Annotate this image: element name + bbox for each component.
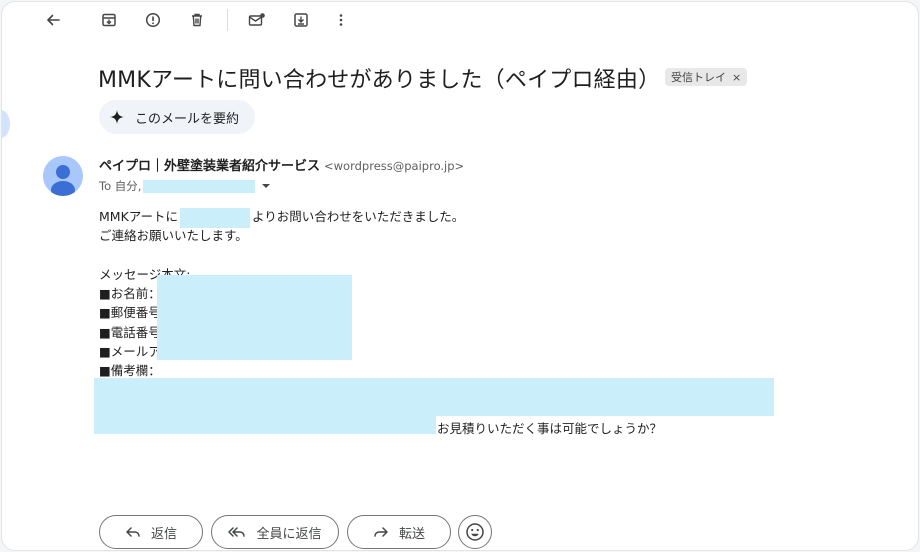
arrow-left-icon	[47, 14, 60, 26]
body-line-1-suffix: よりお問い合わせをいただきました。	[252, 209, 465, 224]
more-vert-icon	[339, 14, 343, 26]
report-spam-button[interactable]	[140, 7, 166, 33]
inbox-label-chip[interactable]: 受信トレイ ×	[665, 68, 748, 86]
forward-label: 転送	[398, 526, 425, 542]
reply-all-icon	[228, 527, 246, 537]
person-icon	[51, 165, 75, 196]
side-panel-handle	[2, 110, 10, 138]
summarize-button[interactable]: このメールを要約	[99, 100, 256, 134]
back-button[interactable]	[40, 7, 66, 33]
redacted-contact-details	[157, 275, 352, 360]
summarize-label: このメールを要約	[135, 111, 240, 127]
trash-icon	[192, 13, 202, 27]
notes-end-text: お見積りいただく事は可能でしょうか？	[437, 421, 663, 436]
body-line-1-prefix: MMKアートに	[99, 209, 179, 224]
emoji-reaction-button[interactable]	[458, 515, 492, 549]
more-options-button[interactable]	[328, 7, 354, 33]
chevron-down-icon[interactable]	[259, 180, 273, 192]
field-phone: ■電話番号	[99, 325, 161, 340]
mark-unread-icon	[248, 13, 265, 26]
label-text: 受信トレイ	[671, 71, 726, 84]
sender-email: <wordpress@paipro.jp>	[324, 159, 465, 173]
body-line-2: ご連絡お願いいたします。	[99, 228, 248, 243]
reply-button[interactable]: 返信	[99, 515, 203, 549]
archive-icon	[102, 13, 116, 27]
sender-line: ペイプロ｜外壁塗装業者紹介サービス <wordpress@paipro.jp>	[99, 155, 464, 174]
recipient-line: To 自分,	[99, 178, 273, 194]
mark-unread-button[interactable]	[244, 7, 270, 33]
field-name: ■お名前：	[99, 286, 161, 301]
redacted-notes-top	[94, 378, 774, 416]
archive-button[interactable]	[96, 7, 122, 33]
forward-icon	[374, 527, 388, 537]
redacted-notes-bottom	[94, 415, 436, 434]
reply-all-label: 全員に返信	[256, 526, 322, 542]
remove-label-button[interactable]: ×	[732, 71, 741, 84]
to-prefix: To 自分,	[99, 179, 142, 193]
field-notes: ■備考欄：	[99, 363, 161, 378]
sender-name[interactable]: ペイプロ｜外壁塗装業者紹介サービス	[99, 159, 320, 174]
field-email: ■メールア	[99, 344, 161, 359]
sender-avatar[interactable]	[43, 156, 83, 196]
report-spam-icon	[145, 12, 161, 28]
field-postal: ■郵便番号	[99, 305, 161, 320]
email-view: MMKアートに問い合わせがありました（ペイプロ経由） 受信トレイ × このメール…	[1, 1, 919, 551]
reply-all-button[interactable]: 全員に返信	[211, 515, 339, 549]
email-subject: MMKアートに問い合わせがありました（ペイプロ経由）	[98, 68, 661, 93]
reply-icon	[126, 527, 140, 537]
email-toolbar	[2, 2, 918, 38]
toolbar-divider	[227, 9, 228, 31]
move-to-button[interactable]	[288, 7, 314, 33]
forward-button[interactable]: 転送	[347, 515, 451, 549]
smiley-icon	[466, 523, 484, 541]
move-to-icon	[294, 13, 308, 27]
redacted-recipient	[143, 179, 256, 193]
delete-button[interactable]	[184, 7, 210, 33]
reply-label: 返信	[150, 526, 177, 542]
sparkle-icon	[110, 110, 124, 124]
